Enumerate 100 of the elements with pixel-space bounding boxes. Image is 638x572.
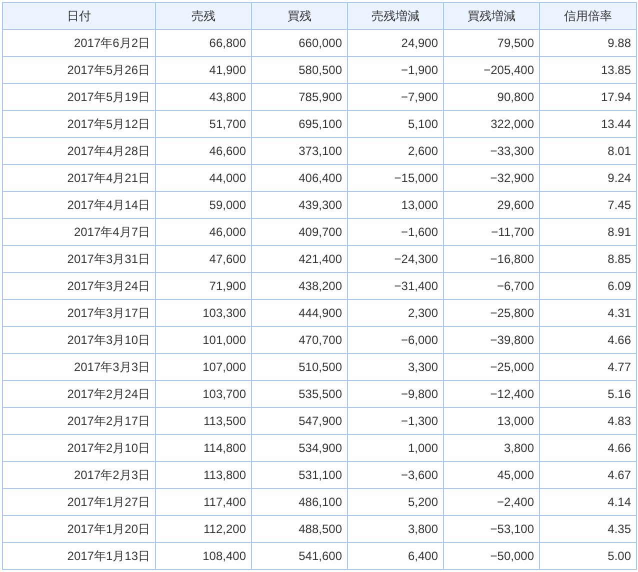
table-cell: 5,200 <box>348 488 444 516</box>
table-cell: 24,900 <box>348 30 444 56</box>
table-cell: 2017年4月7日 <box>2 218 156 246</box>
table-cell: −39,800 <box>444 326 540 354</box>
column-header: 買残 <box>252 2 348 30</box>
table-cell: 4.77 <box>540 354 636 380</box>
table-cell: −15,000 <box>348 164 444 192</box>
table-cell: 470,700 <box>252 326 348 354</box>
table-cell: −53,100 <box>444 516 540 542</box>
table-cell: −7,900 <box>348 84 444 110</box>
table-cell: 547,900 <box>252 408 348 434</box>
table-cell: 51,700 <box>156 110 252 138</box>
table-cell: 4.66 <box>540 434 636 462</box>
table-cell: 4.31 <box>540 300 636 326</box>
column-header: 売残 <box>156 2 252 30</box>
table-cell: 2017年5月26日 <box>2 56 156 84</box>
table-cell: 2017年2月10日 <box>2 434 156 462</box>
table-cell: 5.16 <box>540 380 636 408</box>
table-cell: 108,400 <box>156 542 252 570</box>
table-cell: −205,400 <box>444 56 540 84</box>
table-cell: 103,300 <box>156 300 252 326</box>
table-cell: 5.00 <box>540 542 636 570</box>
table-cell: −2,400 <box>444 488 540 516</box>
table-cell: 3,800 <box>444 434 540 462</box>
table-cell: 46,000 <box>156 218 252 246</box>
table-cell: 4.67 <box>540 462 636 488</box>
table-cell: 4.14 <box>540 488 636 516</box>
table-cell: 8.85 <box>540 246 636 272</box>
table-cell: 2017年2月17日 <box>2 408 156 434</box>
table-cell: 439,300 <box>252 192 348 218</box>
table-cell: 444,900 <box>252 300 348 326</box>
table-cell: −33,300 <box>444 138 540 164</box>
table-cell: −1,900 <box>348 56 444 84</box>
table-cell: 6.09 <box>540 272 636 300</box>
table-cell: 409,700 <box>252 218 348 246</box>
table-cell: 438,200 <box>252 272 348 300</box>
table-cell: 531,100 <box>252 462 348 488</box>
table-cell: 4.83 <box>540 408 636 434</box>
table-cell: −24,300 <box>348 246 444 272</box>
table-cell: 3,300 <box>348 354 444 380</box>
table-cell: 406,400 <box>252 164 348 192</box>
table-cell: 9.88 <box>540 30 636 56</box>
table-cell: 117,400 <box>156 488 252 516</box>
table-cell: 322,000 <box>444 110 540 138</box>
table-cell: 488,500 <box>252 516 348 542</box>
table-cell: 29,600 <box>444 192 540 218</box>
table-cell: 2017年1月20日 <box>2 516 156 542</box>
table-cell: 44,000 <box>156 164 252 192</box>
table-cell: −16,800 <box>444 246 540 272</box>
table-cell: 534,900 <box>252 434 348 462</box>
table-cell: 4.66 <box>540 326 636 354</box>
table-cell: 103,700 <box>156 380 252 408</box>
table-cell: 59,000 <box>156 192 252 218</box>
table-cell: 46,600 <box>156 138 252 164</box>
table-cell: −32,900 <box>444 164 540 192</box>
table-cell: 510,500 <box>252 354 348 380</box>
table-cell: 3,800 <box>348 516 444 542</box>
table-cell: 2017年6月2日 <box>2 30 156 56</box>
table-cell: 79,500 <box>444 30 540 56</box>
table-cell: −9,800 <box>348 380 444 408</box>
table-cell: 2017年3月31日 <box>2 246 156 272</box>
table-cell: −25,000 <box>444 354 540 380</box>
table-cell: 580,500 <box>252 56 348 84</box>
table-cell: 2017年3月24日 <box>2 272 156 300</box>
table-cell: 1,000 <box>348 434 444 462</box>
table-cell: 2017年1月27日 <box>2 488 156 516</box>
table-cell: 71,900 <box>156 272 252 300</box>
table-cell: 8.91 <box>540 218 636 246</box>
table-cell: 13,000 <box>348 192 444 218</box>
table-cell: −31,400 <box>348 272 444 300</box>
table-cell: 785,900 <box>252 84 348 110</box>
table-cell: 112,200 <box>156 516 252 542</box>
table-cell: 2,600 <box>348 138 444 164</box>
table-cell: −6,700 <box>444 272 540 300</box>
table-cell: 695,100 <box>252 110 348 138</box>
column-header: 売残増減 <box>348 2 444 30</box>
table-cell: 2017年5月19日 <box>2 84 156 110</box>
table-cell: 2017年4月28日 <box>2 138 156 164</box>
table-cell: 66,800 <box>156 30 252 56</box>
table-cell: 41,900 <box>156 56 252 84</box>
table-cell: 13.44 <box>540 110 636 138</box>
table-cell: 113,800 <box>156 462 252 488</box>
table-cell: 2017年2月3日 <box>2 462 156 488</box>
table-cell: −1,300 <box>348 408 444 434</box>
column-header: 日付 <box>2 2 156 30</box>
table-cell: 541,600 <box>252 542 348 570</box>
table-cell: 45,000 <box>444 462 540 488</box>
table-cell: 2017年4月14日 <box>2 192 156 218</box>
table-cell: 13.85 <box>540 56 636 84</box>
column-header: 買残増減 <box>444 2 540 30</box>
table-cell: 8.01 <box>540 138 636 164</box>
table-cell: 9.24 <box>540 164 636 192</box>
table-cell: −6,000 <box>348 326 444 354</box>
table-cell: 2017年2月24日 <box>2 380 156 408</box>
table-cell: −1,600 <box>348 218 444 246</box>
table-cell: 660,000 <box>252 30 348 56</box>
table-cell: 5,100 <box>348 110 444 138</box>
table-cell: 486,100 <box>252 488 348 516</box>
table-cell: 6,400 <box>348 542 444 570</box>
table-cell: 107,000 <box>156 354 252 380</box>
